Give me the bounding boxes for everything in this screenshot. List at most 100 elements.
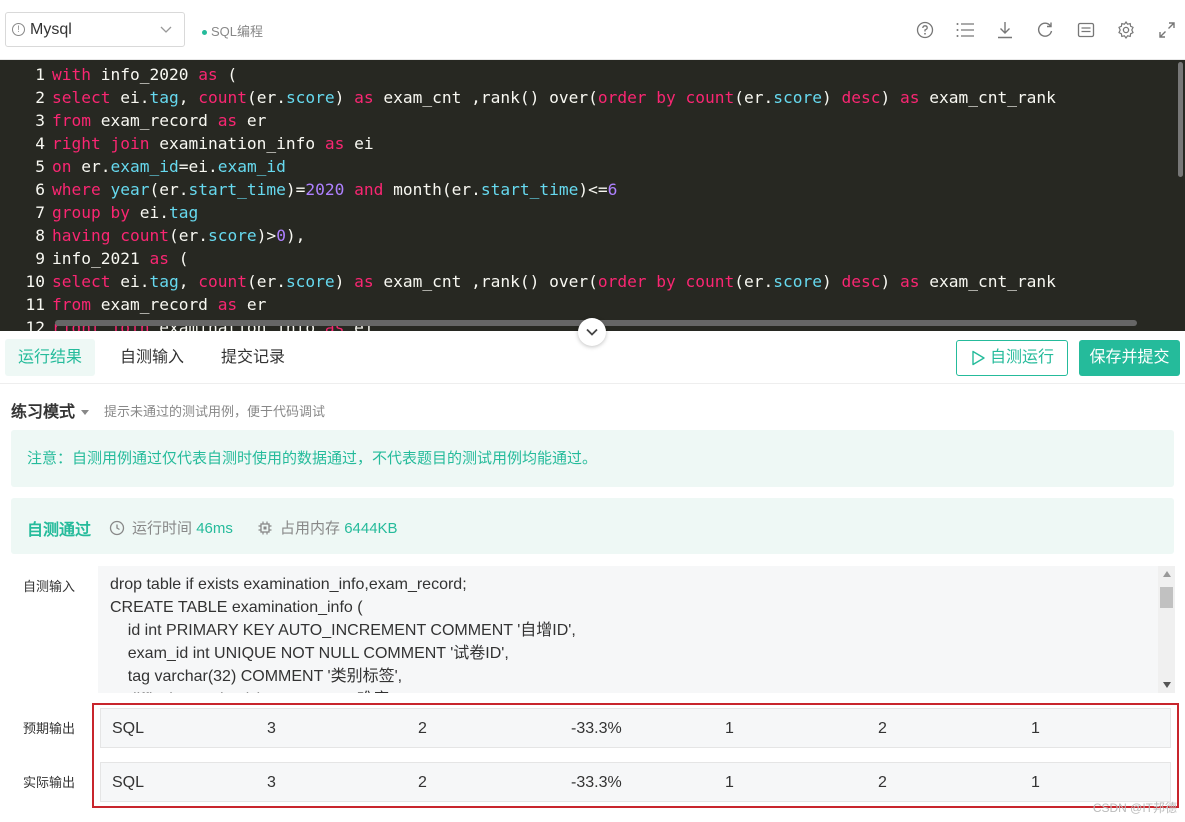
- code-editor[interactable]: 12right join examination_info as ei11fro…: [0, 60, 1185, 331]
- code-text: from exam_record as er: [52, 295, 267, 314]
- actual-cell: -33.3%: [571, 774, 622, 791]
- actual-output-label: 实际输出: [23, 775, 76, 790]
- info-icon: !: [12, 23, 25, 36]
- fullscreen-icon[interactable]: [1157, 20, 1177, 40]
- code-text: having count(er.score)>0),: [52, 226, 306, 245]
- line-number: 3: [35, 111, 45, 130]
- self-test-input-label: 自测输入: [23, 579, 76, 594]
- expected-cell: 2: [418, 720, 427, 737]
- mode-label: SQL编程: [211, 24, 264, 39]
- memory-metric: 占用内存 6444KB: [257, 517, 398, 538]
- expected-cell: SQL: [112, 720, 145, 737]
- actual-output-row: SQL 3 2 -33.3% 1 2 1: [100, 762, 1171, 802]
- tab-run-result[interactable]: 运行结果: [5, 339, 96, 376]
- input-scroll-thumb[interactable]: [1160, 587, 1173, 608]
- code-text: select ei.tag, count(er.score) as exam_c…: [52, 88, 1056, 107]
- memory-label: 占用内存: [280, 520, 341, 537]
- code-line[interactable]: 2 select ei.tag, count(er.score) as exam_…: [0, 86, 1056, 109]
- line-number: 1: [35, 65, 45, 84]
- expected-output-row: SQL 3 2 -33.3% 1 2 1: [100, 708, 1171, 748]
- code-line[interactable]: 10 select ei.tag, count(er.score) as exam…: [0, 270, 1056, 293]
- actual-cell: 2: [878, 774, 887, 791]
- chevron-down-icon: [586, 328, 598, 336]
- code-text: select ei.tag, count(er.score) as exam_c…: [52, 272, 1056, 291]
- self-test-run-button[interactable]: 自测运行: [956, 340, 1068, 376]
- actual-cell: 1: [1031, 774, 1040, 791]
- runtime-value: 46ms: [196, 520, 233, 537]
- note-icon[interactable]: [1076, 20, 1096, 40]
- expected-cell: -33.3%: [571, 720, 622, 737]
- code-line[interactable]: 6 where year(er.start_time)=2020 and mont…: [0, 178, 617, 201]
- list-icon[interactable]: [955, 20, 975, 40]
- scroll-up-arrow-icon[interactable]: [1163, 571, 1171, 577]
- line-number: 12: [25, 318, 46, 331]
- status-result: 自测通过: [27, 522, 92, 539]
- line-number: 7: [35, 203, 45, 222]
- mode-tag: SQL编程: [202, 21, 263, 40]
- practice-mode-hint: 提示未通过的测试用例，便于代码调试: [104, 404, 326, 419]
- actual-cell: 3: [267, 774, 276, 791]
- download-icon[interactable]: [995, 20, 1015, 40]
- caret-down-icon: [81, 410, 90, 416]
- actual-cell: 2: [418, 774, 427, 791]
- code-line[interactable]: 7 group by ei.tag: [0, 201, 198, 224]
- tab-self-test-input[interactable]: 自测输入: [107, 339, 197, 376]
- settings-icon[interactable]: [1116, 20, 1136, 40]
- actual-cell: 1: [725, 774, 734, 791]
- practice-mode-dropdown[interactable]: 练习模式: [11, 398, 90, 422]
- self-test-run-label: 自测运行: [990, 349, 1055, 366]
- code-line[interactable]: 5 on er.exam_id=ei.exam_id: [0, 155, 286, 178]
- code-line[interactable]: 9 info_2021 as (: [0, 247, 188, 270]
- collapse-editor-button[interactable]: [578, 318, 606, 346]
- self-test-input-textarea[interactable]: drop table if exists examination_info,ex…: [98, 566, 1175, 693]
- memory-value: 6444KB: [344, 520, 398, 537]
- line-number: 4: [35, 134, 45, 153]
- code-line[interactable]: 8 having count(er.score)>0),: [0, 224, 305, 247]
- notice-banner: 注意：自测用例通过仅代表自测时使用的数据通过，不代表题目的测试用例均能通过。: [11, 430, 1174, 487]
- play-icon: [972, 350, 985, 366]
- database-select[interactable]: ! Mysql: [5, 12, 185, 47]
- code-line[interactable]: 3 from exam_record as er: [0, 109, 266, 132]
- line-number: 8: [35, 226, 45, 245]
- scroll-down-arrow-icon[interactable]: [1163, 682, 1171, 688]
- editor-toolbar: ! Mysql SQL编程: [0, 0, 1185, 60]
- expected-cell: 1: [725, 720, 734, 737]
- code-line[interactable]: 1 with info_2020 as (: [0, 63, 237, 86]
- tab-submit-history[interactable]: 提交记录: [208, 339, 298, 376]
- practice-mode-label: 练习模式: [11, 404, 76, 421]
- runtime-label: 运行时间: [132, 520, 193, 537]
- code-text: info_2021 as (: [52, 249, 189, 268]
- self-test-input-text: drop table if exists examination_info,ex…: [110, 576, 576, 693]
- code-line[interactable]: 11 from exam_record as er: [0, 293, 267, 316]
- expected-cell: 1: [1031, 720, 1040, 737]
- expected-output-label: 预期输出: [23, 721, 76, 736]
- code-text: group by ei.tag: [52, 203, 199, 222]
- refresh-icon[interactable]: [1035, 20, 1055, 40]
- runtime-metric: 运行时间 46ms: [109, 517, 233, 538]
- save-submit-button[interactable]: 保存并提交: [1079, 340, 1180, 376]
- line-number: 2: [35, 88, 45, 107]
- line-number: 5: [35, 157, 45, 176]
- expected-cell: 3: [267, 720, 276, 737]
- editor-vertical-scrollbar[interactable]: [1178, 62, 1183, 177]
- expected-cell: 2: [878, 720, 887, 737]
- code-text: from exam_record as er: [52, 111, 267, 130]
- line-number: 9: [35, 249, 45, 268]
- code-text: where year(er.start_time)=2020 and month…: [52, 180, 618, 199]
- line-number: 11: [25, 295, 46, 314]
- code-text: with info_2020 as (: [52, 65, 238, 84]
- clock-icon: [109, 520, 125, 536]
- input-scrollbar[interactable]: [1158, 566, 1175, 693]
- chevron-down-icon: [160, 26, 172, 33]
- line-number: 10: [25, 272, 46, 291]
- actual-cell: SQL: [112, 774, 145, 791]
- test-status-bar: 自测通过 运行时间 46ms 占用内存 6444KB: [11, 498, 1174, 554]
- code-text: on er.exam_id=ei.exam_id: [52, 157, 286, 176]
- mode-dot: [202, 30, 207, 36]
- watermark: CSDN @IT邦德: [1092, 801, 1177, 815]
- chip-icon: [258, 521, 272, 535]
- code-text: right join examination_info as ei: [52, 134, 374, 153]
- help-icon[interactable]: [915, 20, 935, 40]
- database-select-value: Mysql: [30, 21, 72, 38]
- code-line[interactable]: 4 right join examination_info as ei: [0, 132, 374, 155]
